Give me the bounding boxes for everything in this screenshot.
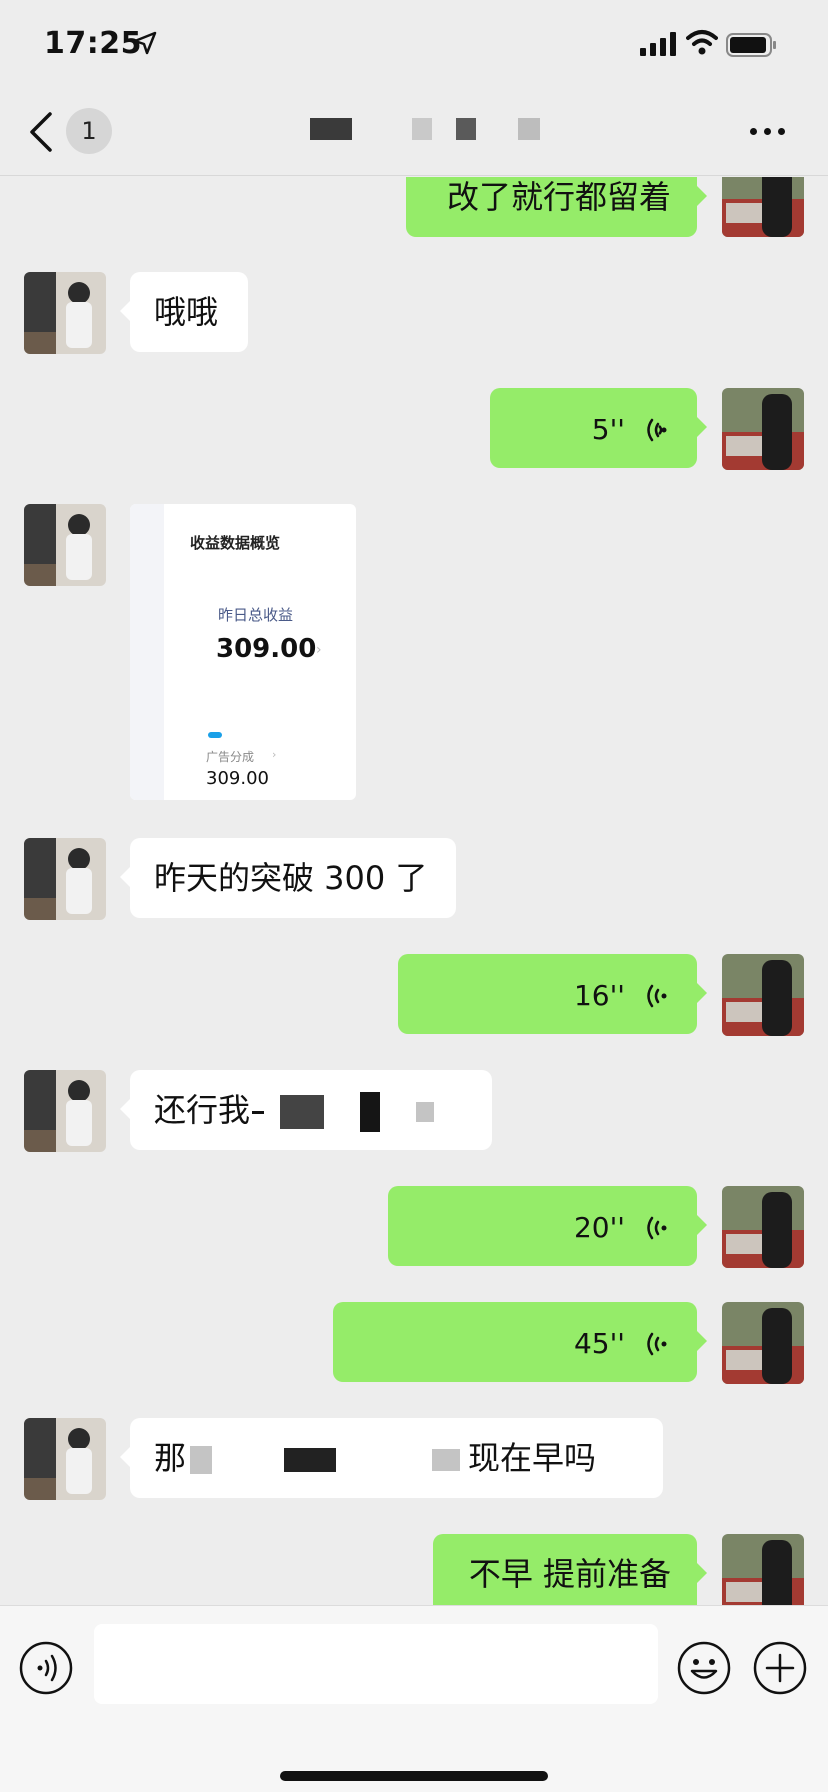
voice-duration: 20'' xyxy=(573,1211,625,1244)
message-text: 改了就行都留着 xyxy=(446,178,671,216)
wifi-icon xyxy=(686,30,718,55)
chat-title-redacted xyxy=(300,118,580,148)
ad-share-indicator xyxy=(208,732,222,738)
plus-icon[interactable] xyxy=(752,1640,808,1696)
voice-duration: 5'' xyxy=(591,413,625,446)
unread-count-badge[interactable]: 1 xyxy=(66,108,112,154)
message-bubble[interactable]: 改了就行都留着 xyxy=(406,177,707,237)
message-bubble[interactable]: 哦哦 xyxy=(120,272,248,352)
message-input-bar xyxy=(0,1605,828,1792)
message-text-end: 现在早吗 xyxy=(468,1439,597,1477)
battery-icon xyxy=(726,33,776,57)
ad-share-value: 309.00 xyxy=(206,768,269,789)
message-bubble[interactable]: 昨天的突破 300 了 xyxy=(120,838,456,918)
chat-header: 1 xyxy=(0,88,828,176)
voice-duration: 45'' xyxy=(573,1327,625,1360)
redaction-block xyxy=(284,1448,337,1472)
back-chevron-icon[interactable] xyxy=(26,110,56,154)
yesterday-earnings-value: 309.00 xyxy=(216,634,317,664)
redaction-block xyxy=(190,1446,213,1474)
message-text-start: 那 xyxy=(154,1439,187,1477)
message-text: 昨天的突破 300 了 xyxy=(154,859,428,897)
my-avatar[interactable] xyxy=(722,954,804,1036)
voice-duration: 16'' xyxy=(573,979,625,1012)
chevron-right-icon: › xyxy=(316,642,322,658)
message-text: 不早 提前准备 xyxy=(468,1555,671,1593)
voice-mode-icon[interactable] xyxy=(18,1640,74,1696)
image-message[interactable]: 收益数据概览 昨日总收益 309.00 › 广告分成 › 309.00 xyxy=(130,504,356,800)
my-avatar[interactable] xyxy=(722,1186,804,1268)
image-left-strip xyxy=(130,504,164,800)
chevron-right-icon: › xyxy=(272,748,277,761)
my-avatar[interactable] xyxy=(722,1534,804,1605)
redaction-block xyxy=(416,1102,435,1122)
redaction-block xyxy=(432,1449,461,1471)
my-avatar[interactable] xyxy=(722,177,804,237)
contact-avatar[interactable] xyxy=(24,504,106,586)
yesterday-earnings-label: 昨日总收益 xyxy=(218,606,294,624)
contact-avatar[interactable] xyxy=(24,1418,106,1500)
redaction-block xyxy=(360,1092,381,1132)
contact-avatar[interactable] xyxy=(24,272,106,354)
voice-wave-icon xyxy=(647,1216,667,1240)
voice-message-bubble[interactable]: 5'' xyxy=(490,388,707,468)
earnings-overview-title: 收益数据概览 xyxy=(190,534,281,552)
status-bar: 17:25 xyxy=(0,0,828,88)
message-text: 哦哦 xyxy=(154,293,219,331)
emoji-icon[interactable] xyxy=(676,1640,732,1696)
voice-message-bubble[interactable]: 20'' xyxy=(388,1186,707,1266)
contact-avatar[interactable] xyxy=(24,1070,106,1152)
voice-wave-icon xyxy=(647,1332,667,1356)
location-arrow-icon xyxy=(133,31,157,55)
voice-wave-icon xyxy=(647,984,667,1008)
my-avatar[interactable] xyxy=(722,388,804,470)
contact-avatar[interactable] xyxy=(24,838,106,920)
voice-wave-icon xyxy=(647,418,667,442)
voice-message-bubble[interactable]: 16'' xyxy=(398,954,707,1034)
message-text-start: 还行我 xyxy=(154,1091,251,1129)
status-time: 17:25 xyxy=(44,26,142,61)
more-options-icon[interactable] xyxy=(746,118,790,144)
cellular-signal-icon xyxy=(640,32,676,56)
voice-message-bubble[interactable]: 45'' xyxy=(333,1302,707,1382)
redaction-block xyxy=(280,1095,325,1129)
ad-share-label: 广告分成 xyxy=(206,750,255,764)
message-bubble[interactable]: 还行我 xyxy=(120,1070,492,1150)
message-bubble[interactable]: 那 现在早吗 xyxy=(120,1418,663,1498)
my-avatar[interactable] xyxy=(722,1302,804,1384)
message-list[interactable]: 改了就行都留着 哦哦 5'' 收益数据概览 昨日总收益 309.00 › 广告分… xyxy=(0,177,828,1605)
redaction-mark xyxy=(252,1110,265,1114)
message-bubble[interactable]: 不早 提前准备 xyxy=(433,1534,707,1605)
home-indicator xyxy=(280,1771,548,1781)
message-text-input[interactable] xyxy=(94,1624,658,1704)
